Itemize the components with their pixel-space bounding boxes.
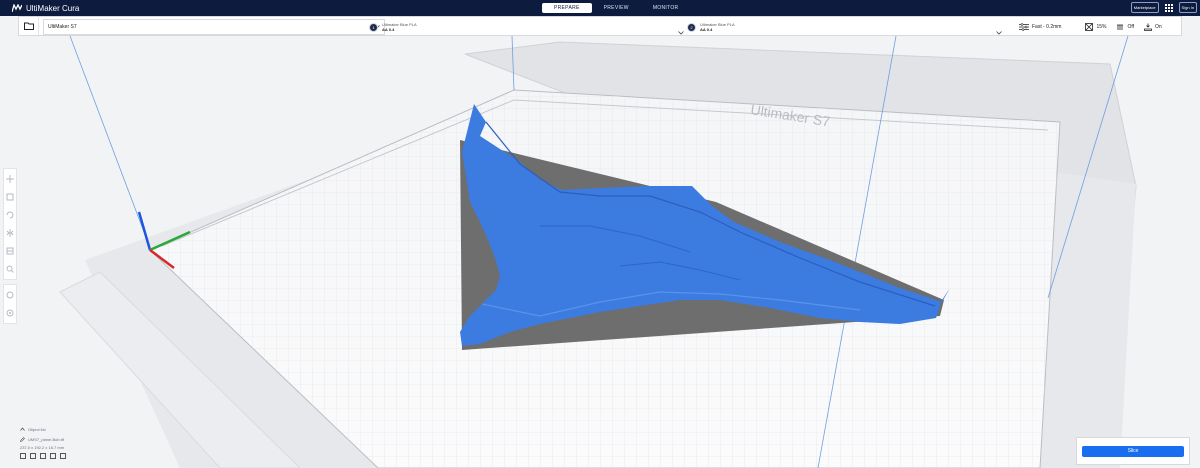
view-left-icon[interactable] (50, 453, 56, 459)
object-dimensions: 237.0 x 192.2 x 16.7 mm (20, 445, 65, 450)
support-blocker-tool[interactable] (5, 261, 15, 277)
infill-setting[interactable]: 15% (1085, 23, 1106, 31)
move-tool[interactable] (5, 171, 15, 187)
extruder-1-badge: 1 (369, 22, 378, 32)
profile-label: Fast - 0.2mm (1032, 24, 1062, 30)
extruder-1-core: AA 0.4 (382, 27, 395, 32)
infill-value: 15% (1096, 24, 1107, 30)
support-value: Off (1127, 24, 1135, 30)
infill-icon (1085, 23, 1094, 31)
gear-icon (6, 309, 14, 317)
chevron-up-icon (20, 427, 25, 431)
marketplace-button[interactable]: Marketplace (1130, 2, 1159, 13)
adhesion-icon (1144, 23, 1152, 31)
object-list-label: Object list (28, 426, 46, 432)
extruder-1-selector[interactable]: 1 Ultimaker Blue PLA AA 0.4 (369, 19, 417, 35)
printer-selector[interactable]: UltiMaker S7 (43, 19, 385, 35)
per-model-settings-icon (6, 247, 14, 255)
profile-setting[interactable]: Fast - 0.2mm (1019, 23, 1061, 31)
paint-icon (6, 291, 14, 299)
move-icon (6, 175, 14, 183)
tab-preview[interactable]: PREVIEW (592, 3, 641, 13)
view-right-icon[interactable] (60, 453, 66, 459)
printer-name: UltiMaker S7 (48, 24, 77, 30)
stage-tabs: PREPARE PREVIEW MONITOR (542, 3, 690, 13)
view-front-icon[interactable] (30, 453, 36, 459)
settings-tool[interactable] (5, 305, 15, 321)
tab-prepare[interactable]: PREPARE (542, 3, 592, 13)
extruder-2-badge: 2 (687, 22, 696, 32)
view-3d-icon[interactable] (20, 453, 26, 459)
scale-icon (6, 193, 14, 201)
ultimaker-logo-icon (12, 4, 22, 12)
pencil-icon (20, 436, 25, 442)
extruder-2-selector[interactable]: 2 Ultimaker Blue PLA AA 0.4 (687, 19, 735, 35)
camera-view-buttons (20, 453, 120, 459)
rotate-tool[interactable] (5, 207, 15, 223)
open-file-button[interactable] (19, 17, 39, 35)
object-file-name: UMS7_plane-Bob.ttf (28, 436, 65, 442)
paint-tool[interactable] (5, 287, 15, 303)
title-bar: UltiMaker Cura PREPARE PREVIEW MONITOR M… (0, 0, 1200, 16)
object-list-toggle[interactable]: Object list (20, 424, 120, 434)
mirror-icon (6, 229, 14, 237)
slice-button[interactable]: Slice (1082, 445, 1184, 457)
adhesion-value: On (1155, 24, 1162, 30)
folder-icon (23, 22, 34, 30)
print-settings-panel[interactable]: Fast - 0.2mm 15% Off On (1019, 19, 1162, 35)
object-dimensions-row: 237.0 x 192.2 x 16.7 mm (20, 444, 120, 451)
slice-panel: Slice (1076, 437, 1190, 465)
rotate-icon (6, 211, 14, 219)
scale-tool[interactable] (5, 189, 15, 205)
support-setting[interactable]: Off (1116, 23, 1134, 31)
titlebar-actions: Marketplace Sign In (1130, 2, 1197, 13)
3d-viewport[interactable]: Ultimaker S7 (0, 36, 1200, 468)
mirror-tool[interactable] (5, 225, 15, 241)
sliders-icon (1019, 23, 1029, 31)
support-blocker-icon (6, 265, 14, 273)
extra-tools (3, 284, 17, 324)
main-toolbar: UltiMaker S7 1 Ultimaker Blue PLA AA 0.4… (18, 16, 1182, 36)
app-title: UltiMaker Cura (26, 3, 80, 13)
extruder-2-core: AA 0.4 (700, 27, 713, 32)
adhesion-setting[interactable]: On (1144, 23, 1162, 31)
apps-grid-icon[interactable] (1164, 3, 1173, 12)
app-brand: UltiMaker Cura (12, 4, 79, 13)
sign-in-button[interactable]: Sign In (1178, 2, 1197, 13)
view-top-icon[interactable] (40, 453, 46, 459)
per-model-settings-tool[interactable] (5, 243, 15, 259)
object-file-row: UMS7_plane-Bob.ttf (20, 434, 120, 444)
support-icon (1117, 24, 1124, 30)
tab-monitor[interactable]: MONITOR (641, 3, 691, 13)
transform-tools (3, 168, 17, 280)
object-info-panel: Object list UMS7_plane-Bob.ttf 237.0 x 1… (20, 424, 120, 459)
